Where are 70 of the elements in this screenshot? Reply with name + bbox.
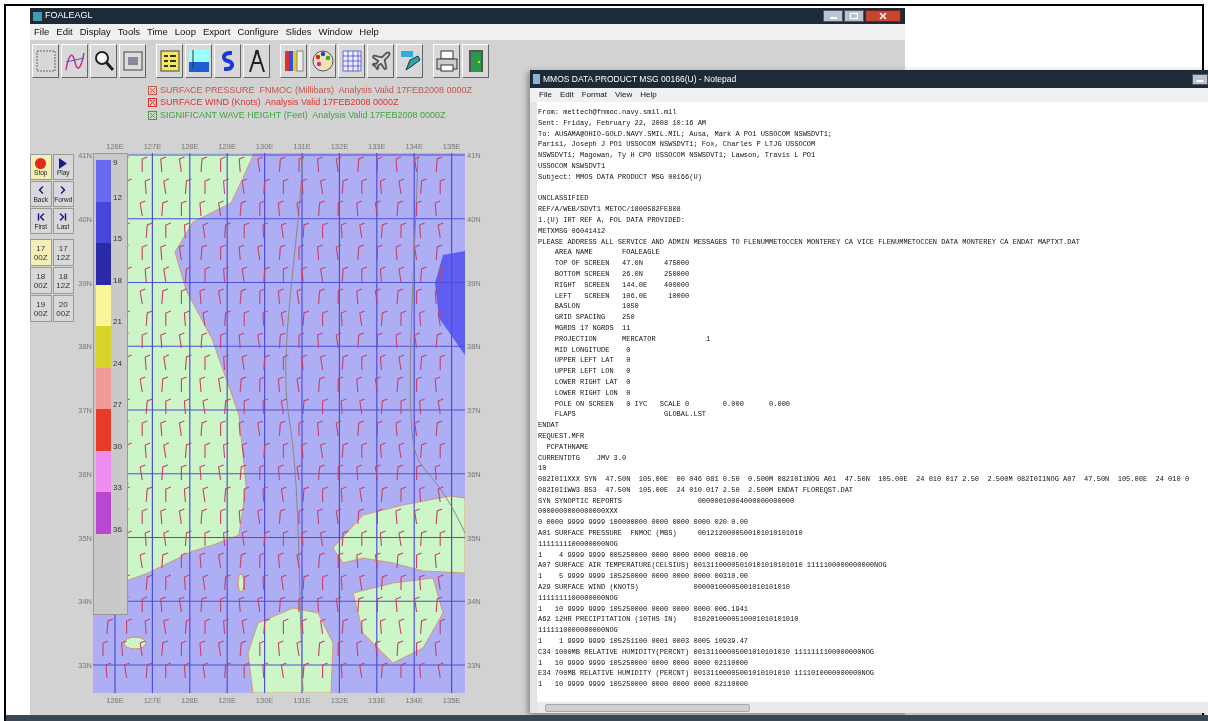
island xyxy=(123,636,147,650)
stop-icon xyxy=(35,157,47,169)
menu-item[interactable]: Window xyxy=(318,24,353,40)
palette-icon xyxy=(310,48,335,74)
grid-icon xyxy=(339,48,364,74)
close-button[interactable] xyxy=(865,10,901,22)
printer-icon xyxy=(434,48,459,74)
layer-toggle-icon[interactable] xyxy=(148,110,157,120)
scale-label: 33 xyxy=(113,483,122,492)
notepad-icon xyxy=(533,74,540,84)
menu-item[interactable]: Loop xyxy=(174,24,196,40)
scale-label: 24 xyxy=(113,358,122,368)
menu-item[interactable]: Edit xyxy=(56,24,73,40)
toolbar-button[interactable] xyxy=(367,44,394,78)
minimize-button[interactable] xyxy=(823,10,843,22)
toolbar-button[interactable] xyxy=(243,44,270,78)
toolbar-button[interactable] xyxy=(462,44,489,78)
menu-item[interactable]: Edit xyxy=(559,89,574,101)
toolbar-button[interactable] xyxy=(156,44,183,78)
minimize-button[interactable] xyxy=(1192,73,1208,85)
water-profile-icon xyxy=(186,48,211,74)
horizontal-scrollbar[interactable] xyxy=(537,702,1208,713)
menu-item[interactable]: View xyxy=(615,89,633,101)
time-step-button[interactable]: 17 00Z xyxy=(30,239,52,266)
list-icon xyxy=(157,48,182,74)
window-title: FOALEAGL xyxy=(45,9,93,23)
menu-item[interactable]: Configure xyxy=(237,24,279,40)
menu-item[interactable]: Time xyxy=(147,24,168,40)
scale-label: 27 xyxy=(113,400,122,409)
time-step-button[interactable]: 17 12Z xyxy=(52,239,74,266)
menu-item[interactable]: File xyxy=(34,24,50,40)
airplane-icon xyxy=(369,50,392,72)
layer-label: SIGNIFICANT WAVE HEIGHT (Feet) Analysis Valid 17FEB2008 0000Z xyxy=(160,108,446,122)
menu-item[interactable]: File xyxy=(539,89,552,101)
scrollbar-thumb[interactable] xyxy=(545,703,750,712)
time-step-button[interactable]: 20 00Z xyxy=(52,295,74,322)
maximize-button[interactable] xyxy=(844,10,864,22)
menu-item[interactable]: Help xyxy=(640,89,657,101)
scale-label: 21 xyxy=(113,317,122,326)
scale-label: 36 xyxy=(113,524,122,534)
app-icon xyxy=(33,11,42,21)
scale-label: 9 xyxy=(113,158,118,167)
layer-label: SURFACE WIND (Knots) Analysis Valid 17FEB2008 0000Z xyxy=(160,96,399,109)
play-icon xyxy=(59,157,68,169)
toolbar-button[interactable] xyxy=(90,44,117,78)
island xyxy=(237,573,245,593)
blank-frame-icon xyxy=(33,48,58,74)
time-step-button[interactable]: 18 00Z xyxy=(30,267,52,294)
scale-label: 18 xyxy=(113,275,122,285)
menu-item[interactable]: Format xyxy=(581,89,608,101)
menu-item[interactable]: Help xyxy=(359,24,379,40)
window-title: MMOS DATA PRODUCT MSG 00166(U) - Notepad xyxy=(543,72,737,86)
menu-item[interactable]: Display xyxy=(79,24,111,40)
toolbar-button[interactable] xyxy=(214,44,241,78)
toolbar-button[interactable] xyxy=(396,44,423,78)
menu-item[interactable]: Slides xyxy=(285,24,312,40)
scale-label: 12 xyxy=(113,192,122,202)
layer-label: SURFACE PRESSURE FNMOC (Millibars) Analysis Valid 17FEB2008 0000Z xyxy=(160,83,472,97)
toolbar-button[interactable] xyxy=(309,44,336,78)
time-step-button[interactable]: 19 00Z xyxy=(30,295,52,322)
toolbar-button[interactable] xyxy=(280,44,307,78)
picture-frame-icon xyxy=(120,48,145,74)
scale-label: 30 xyxy=(113,441,122,451)
scale-label: 15 xyxy=(113,234,122,243)
layer-toggle-icon[interactable] xyxy=(148,98,157,108)
menu-item[interactable]: Tools xyxy=(117,24,141,40)
close-icon xyxy=(879,12,887,20)
time-step-button[interactable]: 18 12Z xyxy=(52,267,74,294)
menu-item[interactable]: Export xyxy=(202,24,231,40)
layer-toggle-icon[interactable] xyxy=(148,85,157,95)
